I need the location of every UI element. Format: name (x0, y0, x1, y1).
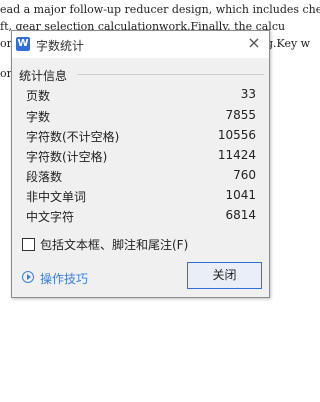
checkbox-icon[interactable] (22, 238, 35, 251)
close-icon[interactable]: × (245, 34, 263, 52)
stat-value: 760 (233, 168, 256, 182)
stat-row: 字符数(不计空格) 10556 (26, 128, 256, 146)
section-title: 统计信息 (19, 69, 68, 83)
stat-value: 6814 (225, 208, 256, 222)
stat-value: 11424 (217, 148, 256, 162)
tips-label[interactable]: 操作技巧 (40, 270, 88, 287)
checkbox-label[interactable]: 包括文本框、脚注和尾注(F) (40, 236, 188, 253)
stat-label: 非中文单词 (26, 190, 87, 204)
stat-row: 字数 7855 (26, 108, 256, 126)
stat-row: 页数 33 (26, 87, 256, 105)
wps-writer-icon: W (16, 37, 30, 51)
stat-value: 10556 (217, 128, 256, 142)
stat-row: 段落数 760 (26, 168, 256, 186)
stat-label: 段落数 (26, 170, 63, 184)
dialog-title: 字数统计 (36, 39, 85, 53)
stat-row: 字符数(计空格) 11424 (26, 148, 256, 166)
stat-row: 中文字符 6814 (26, 208, 256, 226)
document-line-fragment: g.Key w (266, 37, 311, 50)
stat-value: 7855 (225, 108, 256, 122)
word-count-dialog: W 字数统计 × 统计信息 页数 33 字数 7855 字符数(不计空格) 10… (11, 30, 270, 298)
play-circle-icon[interactable] (22, 271, 34, 283)
section-divider (77, 74, 264, 75)
stat-value: 33 (240, 87, 256, 101)
stat-label: 中文字符 (26, 210, 75, 224)
stat-label: 字数 (26, 110, 51, 124)
stat-label: 字符数(计空格) (26, 150, 108, 164)
stat-label: 页数 (26, 89, 51, 103)
close-button[interactable]: 关闭 (187, 262, 262, 289)
document-line: ead a major follow-up reducer design, wh… (0, 3, 320, 16)
title-bar: W 字数统计 × (12, 31, 269, 58)
stat-row: 非中文单词 1041 (26, 188, 256, 206)
stat-label: 字符数(不计空格) (26, 130, 120, 144)
stat-value: 1041 (225, 188, 256, 202)
